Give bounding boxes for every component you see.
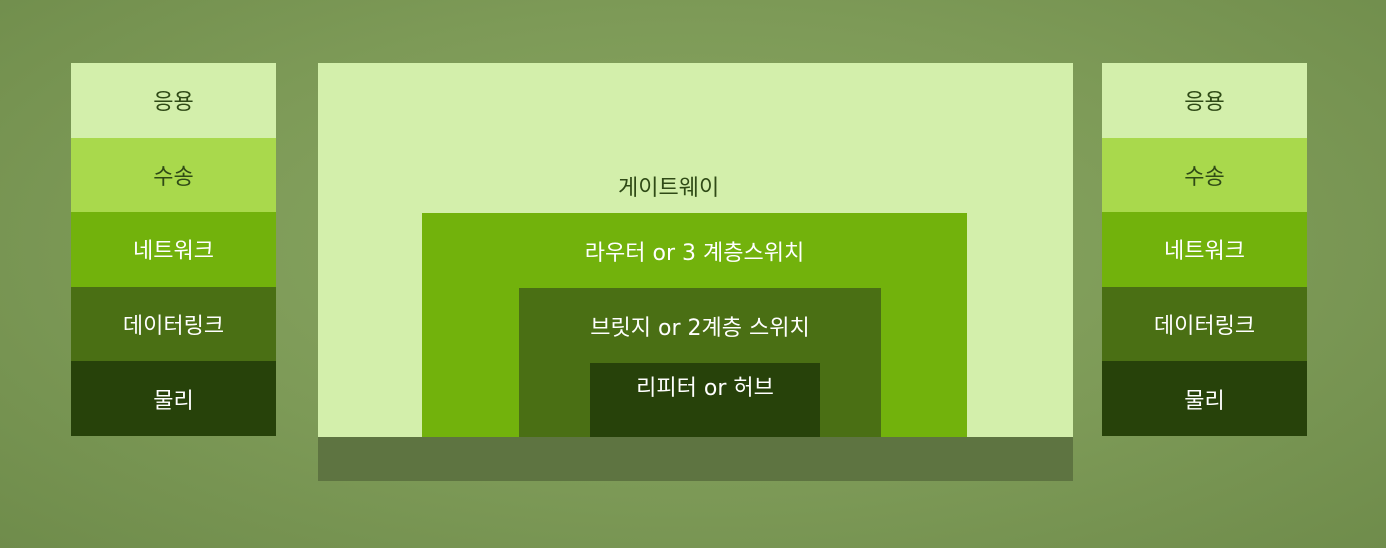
right-application-layer: 응용 <box>1102 63 1307 138</box>
right-physical-layer: 물리 <box>1102 361 1307 436</box>
gateway-label: 게이트웨이 <box>618 176 720 201</box>
router-box: 라우터 or 3 계층스위치 브릿지 or 2계층 스위치 리피터 or 허브 <box>422 213 967 437</box>
left-transport-layer: 수송 <box>71 137 276 213</box>
left-datalink-layer: 데이터링크 <box>71 286 276 362</box>
left-physical-layer: 물리 <box>71 361 276 436</box>
right-transport-layer: 수송 <box>1102 137 1307 213</box>
device-base-shadow <box>318 437 1073 481</box>
gateway-box: 게이트웨이 라우터 or 3 계층스위치 브릿지 or 2계층 스위치 리피터 … <box>318 63 1073 437</box>
right-datalink-layer: 데이터링크 <box>1102 286 1307 362</box>
left-application-layer: 응용 <box>71 63 276 138</box>
bridge-box: 브릿지 or 2계층 스위치 리피터 or 허브 <box>519 288 881 437</box>
right-network-layer: 네트워크 <box>1102 212 1307 287</box>
hub-box: 리피터 or 허브 <box>590 363 820 437</box>
hub-label: 리피터 or 허브 <box>636 376 774 401</box>
router-label: 라우터 or 3 계층스위치 <box>584 241 805 266</box>
bridge-label: 브릿지 or 2계층 스위치 <box>590 316 810 341</box>
left-network-layer: 네트워크 <box>71 212 276 287</box>
left-protocol-stack: 응용 수송 네트워크 데이터링크 물리 <box>71 63 276 436</box>
right-protocol-stack: 응용 수송 네트워크 데이터링크 물리 <box>1102 63 1307 436</box>
